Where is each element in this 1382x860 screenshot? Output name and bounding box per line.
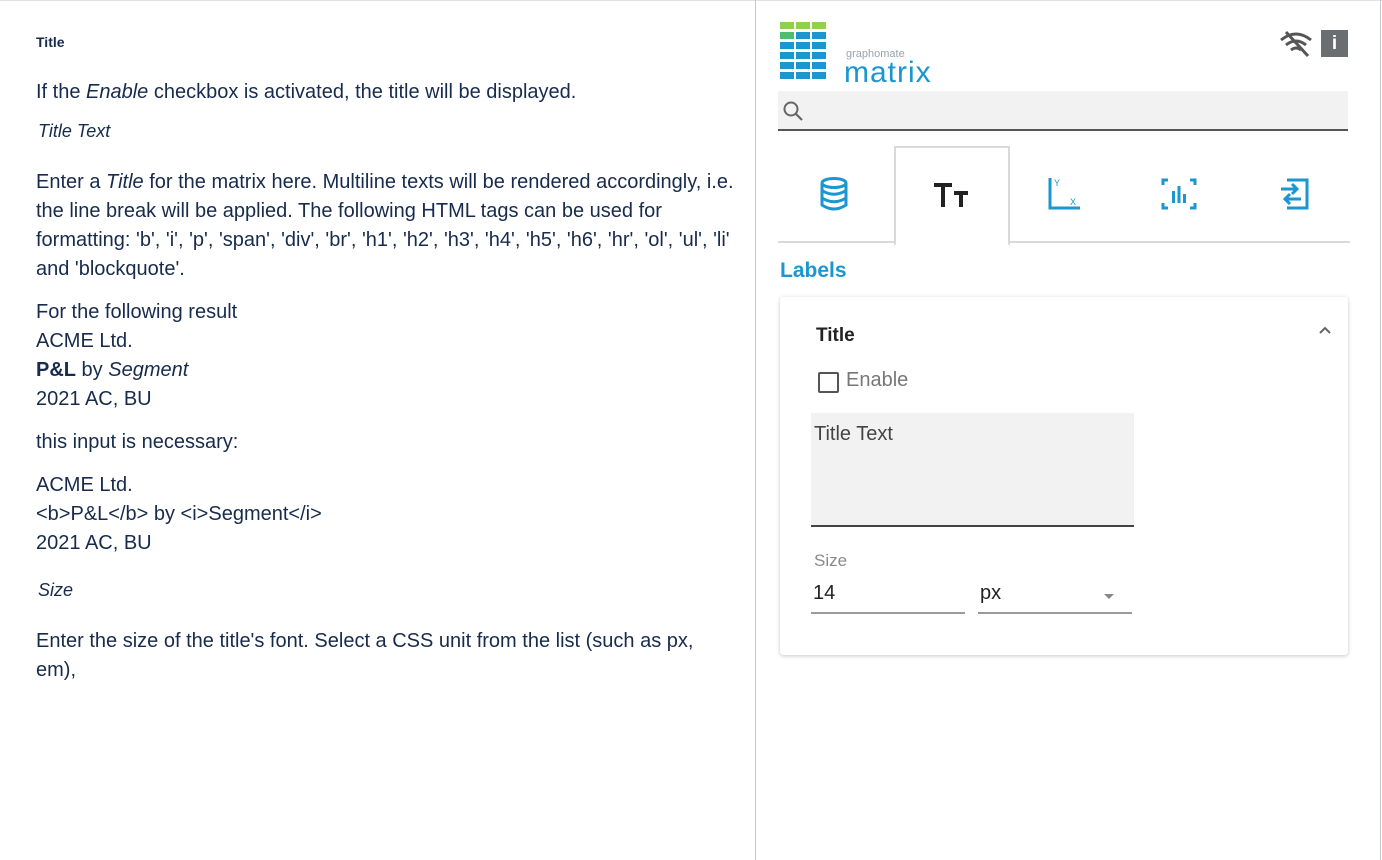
svg-text:X: X: [1070, 197, 1076, 207]
documentation-column: Title If the Enable checkbox is activate…: [0, 0, 755, 860]
result-example: For the following result ACME Ltd. P&L b…: [36, 301, 238, 410]
card-title: Title: [816, 325, 855, 346]
documentation-content: Title If the Enable checkbox is activate…: [36, 24, 736, 699]
tab-labels[interactable]: [894, 146, 1010, 246]
chevron-up-icon[interactable]: [1318, 325, 1332, 335]
logo-product-text: matrix: [844, 56, 932, 89]
unit-select[interactable]: px: [978, 580, 1132, 614]
size-value: 14: [813, 582, 836, 604]
subheading-title-text: Title Text: [38, 121, 111, 141]
input-example: ACME Ltd. <b>P&L</b> by <i>Segment</i> 2…: [36, 474, 322, 554]
labels-section-heading: Labels: [780, 259, 847, 282]
search-icon: [783, 101, 803, 121]
properties-panel: graphomate matrix i Y X Labels Title Ena…: [778, 0, 1350, 860]
import-icon: [1281, 178, 1309, 210]
title-text-input[interactable]: Title Text: [811, 413, 1134, 527]
unit-value: px: [980, 582, 1002, 604]
tab-chart[interactable]: [1123, 146, 1235, 242]
chart-bars-icon: [1161, 178, 1197, 210]
subheading-size: Size: [38, 580, 74, 600]
database-icon: [820, 177, 848, 211]
right-border: [1380, 0, 1381, 860]
caret-down-icon: [1104, 594, 1114, 599]
title-text-placeholder: Title Text: [814, 423, 893, 445]
section-heading: Title: [36, 34, 65, 50]
tab-axis[interactable]: Y X: [1008, 146, 1120, 242]
tab-import[interactable]: [1238, 146, 1350, 242]
input-intro: this input is necessary:: [36, 431, 239, 453]
enable-checkbox[interactable]: [818, 372, 839, 393]
size-input[interactable]: 14: [811, 580, 965, 614]
axis-icon: Y X: [1048, 178, 1080, 210]
svg-text:Y: Y: [1054, 178, 1060, 188]
size-label: Size: [814, 551, 848, 570]
size-paragraph: Enter the size of the title's font. Sele…: [36, 630, 694, 681]
title-settings-card: Title Enable Title Text Size 14 px: [780, 297, 1348, 655]
search-input[interactable]: [778, 91, 1348, 131]
enable-paragraph: If the Enable checkbox is activated, the…: [36, 81, 577, 103]
graphomate-logo-icon: [780, 22, 840, 82]
enable-label[interactable]: Enable: [846, 369, 908, 392]
column-divider: [755, 0, 756, 860]
settings-tabs: Y X: [778, 146, 1350, 246]
info-icon[interactable]: i: [1321, 30, 1348, 57]
text-format-icon: [934, 183, 968, 207]
tab-data[interactable]: [778, 146, 890, 242]
wifi-off-icon[interactable]: [1278, 28, 1314, 58]
title-paragraph: Enter a Title for the matrix here. Multi…: [36, 171, 734, 280]
